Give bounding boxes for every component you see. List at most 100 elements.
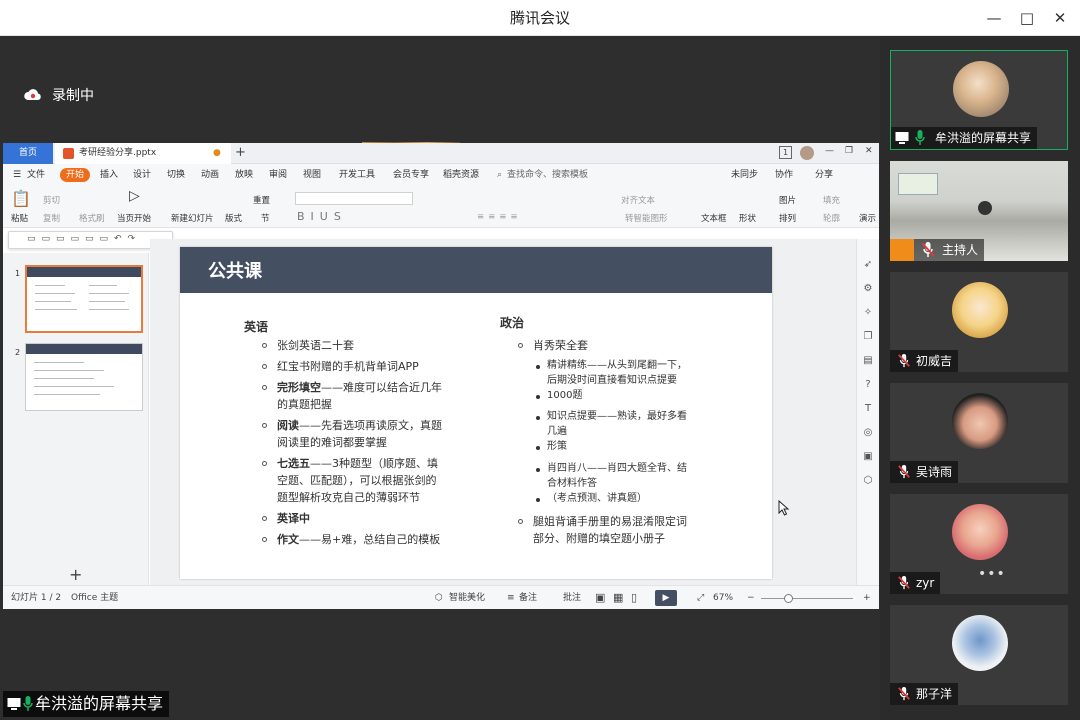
- format-painter-button[interactable]: 格式刷: [79, 212, 105, 224]
- sync-status[interactable]: 未同步: [731, 164, 758, 186]
- more-participants-icon[interactable]: •••: [978, 566, 1006, 582]
- hamburger-icon[interactable]: ☰: [13, 164, 21, 186]
- grid-view-icon[interactable]: ▦: [613, 586, 623, 609]
- menu-design[interactable]: 设计: [133, 164, 151, 186]
- thumb-header: [27, 267, 141, 277]
- comment-button[interactable]: 批注: [563, 586, 581, 609]
- thumb-line: [34, 362, 84, 363]
- normal-view-icon[interactable]: ▣: [595, 586, 605, 609]
- minimize-button[interactable]: —: [977, 0, 1011, 36]
- cube-icon[interactable]: ⬡: [862, 475, 874, 487]
- participant-tile[interactable]: 那子洋: [890, 605, 1068, 705]
- quick-access-icons[interactable]: ▭▭▭▭▭▭↶↷: [27, 234, 141, 244]
- fill-button[interactable]: 填充: [823, 194, 840, 206]
- align-text-button[interactable]: 对齐文本: [621, 194, 655, 206]
- menu-docer[interactable]: 稻壳资源: [443, 164, 479, 186]
- menu-file[interactable]: 文件: [27, 164, 45, 186]
- english-item: 完形填空——难度可以结合近几年: [277, 379, 442, 396]
- picture-button[interactable]: 图片: [779, 194, 796, 206]
- menu-review[interactable]: 审阅: [269, 164, 287, 186]
- right-tool-strip: ➶ ⚙ ✧ ❐ ▤ ? T ◎ ▣ ⬡: [856, 239, 879, 585]
- participant-tile[interactable]: 牟洪溢的屏幕共享: [890, 50, 1068, 150]
- zoom-slider-track[interactable]: [761, 598, 853, 599]
- notes-button[interactable]: 备注: [519, 586, 537, 609]
- paragraph-align-buttons[interactable]: ≡≡≡≡: [477, 212, 522, 222]
- location-icon[interactable]: ◎: [862, 427, 874, 439]
- cut-button[interactable]: 剪切: [43, 194, 60, 206]
- slide-thumbnail-1[interactable]: [25, 265, 143, 333]
- tab-document[interactable]: 考研经验分享.pptx ●: [55, 143, 231, 164]
- user-avatar[interactable]: [800, 146, 814, 160]
- rocket-icon[interactable]: ➶: [862, 259, 874, 271]
- outline-button[interactable]: 轮廓: [823, 212, 840, 224]
- present-button[interactable]: 演示: [859, 212, 876, 224]
- paste-button[interactable]: 粘贴: [11, 212, 28, 224]
- zoom-slider-handle[interactable]: [784, 594, 793, 603]
- close-button[interactable]: ✕: [1043, 0, 1077, 36]
- media-icon[interactable]: ▣: [862, 451, 874, 463]
- zoom-out-button[interactable]: −: [747, 586, 755, 609]
- item-bold: 七选五: [277, 457, 310, 470]
- play-slideshow-button[interactable]: ▶: [655, 590, 677, 606]
- window-count-icon[interactable]: 1: [779, 146, 792, 159]
- politics-sub: 精讲精练——从头到尾翻一下，: [547, 360, 687, 371]
- copy-button[interactable]: 复制: [43, 212, 60, 224]
- font-style-buttons[interactable]: BIUS: [297, 210, 347, 223]
- participant-tile[interactable]: 吴诗雨: [890, 383, 1068, 483]
- menu-transition[interactable]: 切换: [167, 164, 185, 186]
- participant-name: 主持人: [942, 243, 979, 257]
- unsaved-dot-icon: ●: [213, 148, 221, 158]
- shape-button[interactable]: 形状: [739, 212, 756, 224]
- english-item-cont: 空题、匹配题），可以根据张剑的: [277, 474, 437, 487]
- new-tab-icon[interactable]: +: [235, 145, 246, 160]
- paste-icon[interactable]: 📋: [11, 189, 31, 208]
- slide-thumbnail-2[interactable]: [25, 343, 143, 411]
- animation-icon[interactable]: ✧: [862, 307, 874, 319]
- minimize-icon[interactable]: —: [825, 146, 834, 156]
- settings-sliders-icon[interactable]: ⚙: [862, 283, 874, 295]
- section-button[interactable]: 节: [261, 212, 270, 224]
- close-icon[interactable]: ✕: [865, 146, 873, 156]
- menu-member[interactable]: 会员专享: [393, 164, 429, 186]
- copy-icon[interactable]: ❐: [862, 331, 874, 343]
- play-from-current-icon[interactable]: ▷: [129, 188, 140, 204]
- textbox-button[interactable]: 文本框: [701, 212, 727, 224]
- font-family-select[interactable]: [295, 192, 413, 205]
- help-icon[interactable]: ?: [862, 379, 874, 391]
- participant-tile[interactable]: 初威吉: [890, 272, 1068, 372]
- text-icon[interactable]: T: [862, 403, 874, 415]
- reset-button[interactable]: 重置: [253, 194, 270, 206]
- smart-beautify-button[interactable]: 智能美化: [449, 586, 485, 609]
- smart-graphic-button[interactable]: 转智能图形: [625, 212, 668, 224]
- add-slide-button[interactable]: +: [69, 565, 82, 584]
- menu-start[interactable]: 开始: [60, 168, 91, 182]
- menu-view[interactable]: 视图: [303, 164, 321, 186]
- window-title: 腾讯会议: [509, 9, 570, 27]
- tab-home[interactable]: 首页: [3, 143, 53, 164]
- layout-button[interactable]: 版式: [225, 212, 242, 224]
- participant-tile[interactable]: 主持人: [890, 161, 1068, 261]
- restore-icon[interactable]: ❐: [845, 146, 853, 156]
- politics-sub: 知识点提要——熟读，最好多看: [547, 411, 687, 422]
- menu-insert[interactable]: 插入: [100, 164, 118, 186]
- reading-view-icon[interactable]: ▯: [631, 586, 637, 609]
- command-search[interactable]: 查找命令、搜索模板: [507, 164, 588, 186]
- zoom-in-button[interactable]: +: [863, 586, 871, 609]
- thumb-line: [89, 309, 129, 310]
- fit-icon[interactable]: ⤢: [697, 586, 704, 609]
- bullet: [536, 446, 540, 450]
- collaborate-button[interactable]: 协作: [775, 164, 793, 186]
- arrange-button[interactable]: 排列: [779, 212, 796, 224]
- print-icon[interactable]: ▤: [862, 355, 874, 367]
- zoom-level[interactable]: 67%: [713, 586, 733, 609]
- menu-developer[interactable]: 开发工具: [339, 164, 375, 186]
- menu-animation[interactable]: 动画: [201, 164, 219, 186]
- bullet: [536, 416, 540, 420]
- maximize-button[interactable]: □: [1010, 0, 1044, 36]
- from-current-button[interactable]: 当页开始: [117, 212, 151, 224]
- share-button[interactable]: 分享: [815, 164, 833, 186]
- menu-slideshow[interactable]: 放映: [235, 164, 253, 186]
- recording-indicator[interactable]: 录制中: [24, 84, 94, 106]
- new-slide-button[interactable]: 新建幻灯片: [171, 212, 214, 224]
- thumb-line: [35, 301, 71, 302]
